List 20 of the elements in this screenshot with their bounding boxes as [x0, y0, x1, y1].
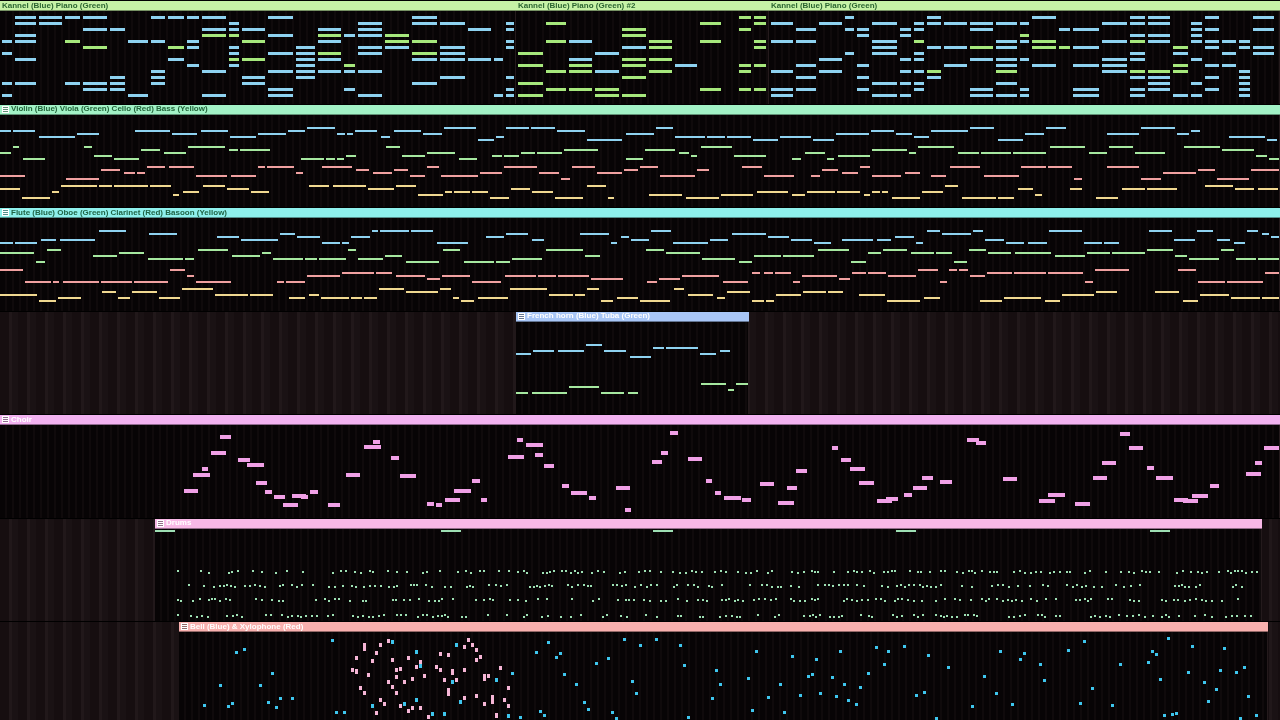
clip-label: Kannel (Blue) Piano (Green) #2 — [518, 1, 636, 11]
pattern-icon[interactable] — [2, 105, 9, 113]
pattern-icon[interactable] — [2, 416, 9, 423]
clip-label: Flute (Blue) Oboe (Green) Clarinet (Red) Basoon (Yellow) — [11, 208, 227, 218]
pattern-icon[interactable] — [157, 519, 164, 527]
pattern-clip[interactable]: Violin (Blue) Viola (Green) Cello (Red) Bass (Yellow) — [0, 104, 1280, 207]
pattern-icon[interactable] — [2, 209, 9, 216]
clip-label: Violin (Blue) Viola (Green) Cello (Red) Bass (Yellow) — [11, 104, 208, 114]
pattern-clip[interactable]: Kannel (Blue) Piano (Green) #2 — [516, 1, 769, 104]
clip-label: Choir — [11, 415, 32, 425]
clip-label: Bell (Blue) & Xylophone (Red) — [190, 622, 304, 632]
pattern-icon[interactable] — [181, 623, 188, 630]
clip-label: Drums — [166, 518, 192, 528]
clip-label: Kannel (Blue) Piano (Green) — [771, 1, 878, 11]
pattern-clip[interactable]: Flute (Blue) Oboe (Green) Clarinet (Red) Basoon (Yellow) — [0, 208, 1280, 311]
pattern-icon[interactable] — [518, 312, 525, 320]
pattern-clip[interactable]: Kannel (Blue) Piano (Green) — [769, 1, 1280, 104]
clip-label: French horn (Blue) Tuba (Green) — [527, 311, 650, 321]
pattern-clip[interactable]: Kannel (Blue) Piano (Green) — [0, 1, 516, 104]
clip-label: Kannel (Blue) Piano (Green) — [2, 1, 109, 11]
